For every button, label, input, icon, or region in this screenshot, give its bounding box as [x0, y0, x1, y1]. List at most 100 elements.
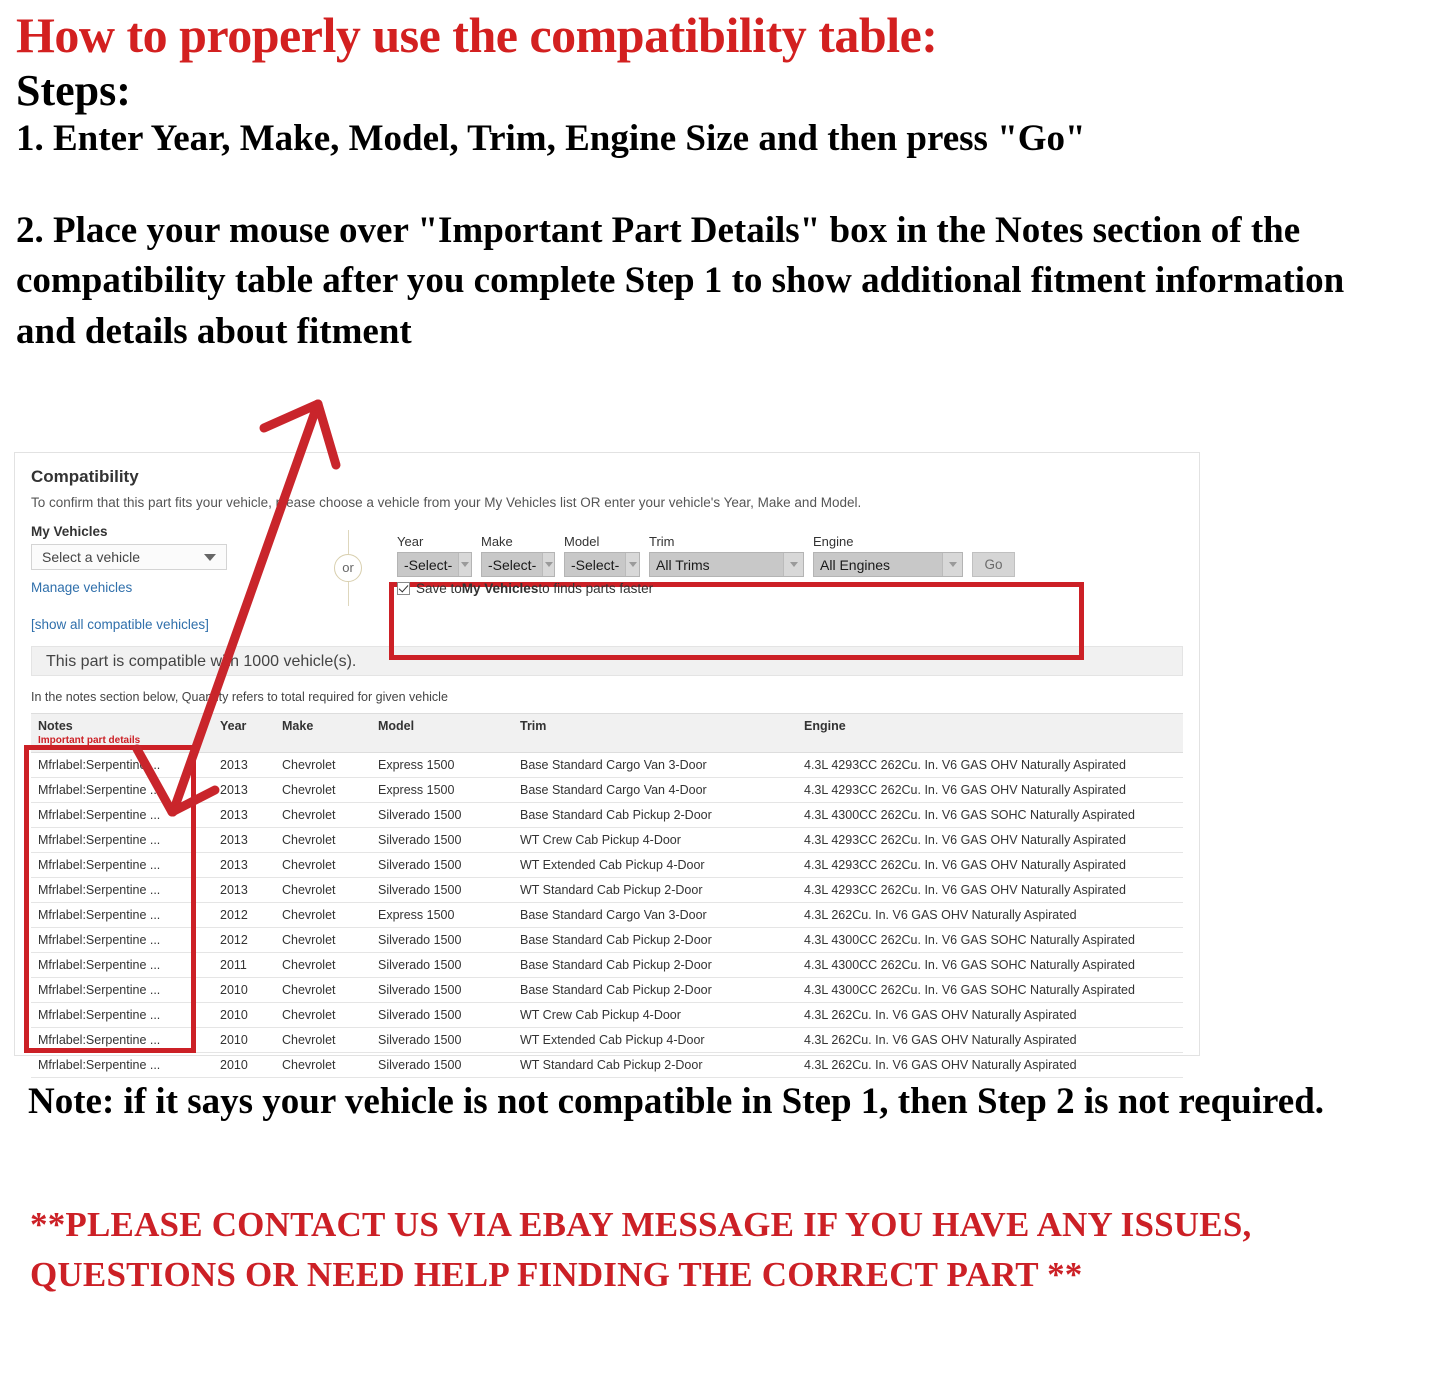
- cell-notes[interactable]: Mfrlabel:Serpentine ...: [31, 827, 213, 853]
- cell-year: 2010: [213, 977, 275, 1003]
- chevron-down-icon: [204, 554, 216, 561]
- cell-engine: 4.3L 4293CC 262Cu. In. V6 GAS OHV Natura…: [797, 752, 1183, 778]
- cell-make: Chevrolet: [275, 802, 371, 828]
- cell-trim: WT Crew Cab Pickup 4-Door: [513, 1002, 797, 1028]
- cell-model: Silverado 1500: [371, 802, 513, 828]
- cell-engine: 4.3L 262Cu. In. V6 GAS OHV Naturally Asp…: [797, 1027, 1183, 1053]
- chevron-down-icon: [625, 553, 639, 576]
- model-select-value: -Select-: [571, 556, 620, 573]
- cell-engine: 4.3L 4300CC 262Cu. In. V6 GAS SOHC Natur…: [797, 952, 1183, 978]
- cell-model: Express 1500: [371, 777, 513, 803]
- year-select[interactable]: -Select-: [397, 552, 472, 577]
- steps-label: Steps:: [16, 66, 131, 115]
- table-row: Mfrlabel:Serpentine ... 2013 Chevrolet Silv…: [31, 827, 1183, 853]
- chevron-down-icon: [458, 553, 471, 576]
- cell-trim: Base Standard Cab Pickup 2-Door: [513, 802, 797, 828]
- cell-trim: Base Standard Cargo Van 3-Door: [513, 902, 797, 928]
- save-vehicle-checkbox[interactable]: [397, 582, 410, 595]
- vehicle-select-value: Select a vehicle: [42, 549, 141, 565]
- cell-engine: 4.3L 4293CC 262Cu. In. V6 GAS OHV Natura…: [797, 877, 1183, 903]
- my-vehicles-label: My Vehicles: [31, 524, 108, 539]
- cell-make: Chevrolet: [275, 1027, 371, 1053]
- chevron-down-icon: [942, 553, 962, 576]
- cell-notes[interactable]: Mfrlabel:Serpentine ...: [31, 1052, 213, 1078]
- cell-engine: 4.3L 4293CC 262Cu. In. V6 GAS OHV Natura…: [797, 827, 1183, 853]
- fitment-table: Notes Important part details Year Make M…: [31, 713, 1183, 1078]
- step-1-text: 1. Enter Year, Make, Model, Trim, Engine…: [16, 118, 1086, 160]
- cell-notes[interactable]: Mfrlabel:Serpentine ...: [31, 877, 213, 903]
- cell-notes[interactable]: Mfrlabel:Serpentine ...: [31, 927, 213, 953]
- column-header-trim[interactable]: Trim: [513, 713, 797, 753]
- cell-year: 2010: [213, 1027, 275, 1053]
- cell-year: 2010: [213, 1002, 275, 1028]
- column-header-year[interactable]: Year: [213, 713, 275, 753]
- column-header-notes[interactable]: Notes Important part details: [31, 713, 213, 753]
- finder-label-make: Make: [481, 534, 513, 549]
- finder-label-engine: Engine: [813, 534, 854, 549]
- quantity-note: In the notes section below, Quantity ref…: [31, 690, 448, 704]
- cell-notes[interactable]: Mfrlabel:Serpentine ...: [31, 852, 213, 878]
- cell-trim: WT Crew Cab Pickup 4-Door: [513, 827, 797, 853]
- cell-model: Silverado 1500: [371, 1002, 513, 1028]
- step-2-text: 2. Place your mouse over "Important Part…: [16, 209, 1345, 352]
- footer-note: Note: if it says your vehicle is not com…: [28, 1081, 1325, 1122]
- engine-select[interactable]: All Engines: [813, 552, 963, 577]
- show-all-compatible-vehicles-link[interactable]: [show all compatible vehicles]: [31, 617, 281, 632]
- cell-model: Silverado 1500: [371, 952, 513, 978]
- year-select-value: -Select-: [404, 556, 453, 573]
- cell-year: 2010: [213, 1052, 275, 1078]
- table-row: Mfrlabel:Serpentine ... 2013 Chevrolet Expr…: [31, 752, 1183, 778]
- table-row: Mfrlabel:Serpentine ... 2010 Chevrolet Silv…: [31, 977, 1183, 1003]
- vehicle-finder: Year -Select- Make -Select- Model -Selec…: [397, 534, 1015, 577]
- column-header-make[interactable]: Make: [275, 713, 371, 753]
- model-select[interactable]: -Select-: [564, 552, 640, 577]
- compatibility-subtitle: To confirm that this part fits your vehi…: [31, 495, 862, 510]
- table-header-row: Notes Important part details Year Make M…: [31, 713, 1183, 753]
- cell-model: Silverado 1500: [371, 827, 513, 853]
- cell-year: 2013: [213, 827, 275, 853]
- cell-notes[interactable]: Mfrlabel:Serpentine ...: [31, 1002, 213, 1028]
- trim-select[interactable]: All Trims: [649, 552, 804, 577]
- cell-trim: WT Extended Cab Pickup 4-Door: [513, 852, 797, 878]
- cell-notes[interactable]: Mfrlabel:Serpentine ...: [31, 902, 213, 928]
- cell-year: 2013: [213, 852, 275, 878]
- make-select[interactable]: -Select-: [481, 552, 555, 577]
- table-row: Mfrlabel:Serpentine ... 2013 Chevrolet Silv…: [31, 852, 1183, 878]
- fitment-table-head: Notes Important part details Year Make M…: [31, 713, 1183, 753]
- table-row: Mfrlabel:Serpentine ... 2010 Chevrolet Silv…: [31, 1002, 1183, 1028]
- cell-make: Chevrolet: [275, 777, 371, 803]
- cell-notes[interactable]: Mfrlabel:Serpentine ...: [31, 1027, 213, 1053]
- cell-notes[interactable]: Mfrlabel:Serpentine ...: [31, 952, 213, 978]
- cell-make: Chevrolet: [275, 927, 371, 953]
- cell-make: Chevrolet: [275, 952, 371, 978]
- save-to-my-vehicles-row[interactable]: Save to My Vehicles to finds parts faste…: [397, 581, 653, 596]
- column-header-engine[interactable]: Engine: [797, 713, 1183, 753]
- cell-year: 2012: [213, 927, 275, 953]
- cell-make: Chevrolet: [275, 902, 371, 928]
- vehicle-select-dropdown[interactable]: Select a vehicle: [31, 544, 227, 570]
- cell-year: 2013: [213, 752, 275, 778]
- column-header-model[interactable]: Model: [371, 713, 513, 753]
- finder-label-year: Year: [397, 534, 424, 549]
- cell-model: Silverado 1500: [371, 877, 513, 903]
- manage-vehicles-link[interactable]: Manage vehicles: [31, 580, 281, 595]
- cell-make: Chevrolet: [275, 852, 371, 878]
- cell-make: Chevrolet: [275, 827, 371, 853]
- go-button[interactable]: Go: [972, 552, 1015, 577]
- finder-field-trim: Trim All Trims: [649, 534, 804, 577]
- cell-model: Silverado 1500: [371, 1027, 513, 1053]
- or-divider-line-top: [347, 530, 349, 554]
- make-select-value: -Select-: [488, 556, 537, 573]
- save-text-suffix: to finds parts faster: [538, 581, 654, 596]
- cell-engine: 4.3L 262Cu. In. V6 GAS OHV Naturally Asp…: [797, 902, 1183, 928]
- trim-select-value: All Trims: [656, 556, 710, 573]
- finder-label-model: Model: [564, 534, 600, 549]
- cell-notes[interactable]: Mfrlabel:Serpentine ...: [31, 752, 213, 778]
- cell-notes[interactable]: Mfrlabel:Serpentine ...: [31, 977, 213, 1003]
- table-row: Mfrlabel:Serpentine ... 2012 Chevrolet Expr…: [31, 902, 1183, 928]
- cell-model: Silverado 1500: [371, 927, 513, 953]
- cell-year: 2013: [213, 877, 275, 903]
- cell-notes[interactable]: Mfrlabel:Serpentine ...: [31, 802, 213, 828]
- cell-model: Silverado 1500: [371, 1052, 513, 1078]
- cell-notes[interactable]: Mfrlabel:Serpentine ...: [31, 777, 213, 803]
